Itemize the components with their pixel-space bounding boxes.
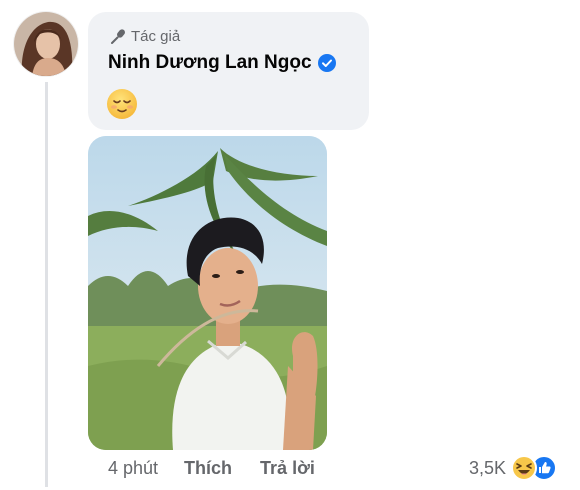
avatar[interactable] — [14, 12, 78, 76]
author-badge: Tác giả — [110, 27, 180, 45]
reactions-summary[interactable]: 3,5K — [469, 455, 559, 481]
relieved-face-emoji-icon — [106, 88, 138, 120]
comment-bubble: Tác giả Ninh Dương Lan Ngọc — [88, 12, 369, 130]
microphone-icon — [110, 28, 126, 44]
comment-actions: 4 phút Thích Trả lời — [108, 458, 315, 479]
author-name[interactable]: Ninh Dương Lan Ngọc — [108, 52, 312, 74]
like-button[interactable]: Thích — [184, 458, 232, 479]
comment-photo[interactable] — [88, 136, 327, 450]
haha-icon — [511, 455, 538, 481]
avatar-image — [14, 12, 78, 76]
comment-time[interactable]: 4 phút — [108, 458, 158, 479]
comment-thread: Tác giả Ninh Dương Lan Ngọc 4 phút Thích… — [0, 0, 580, 490]
verified-badge-icon — [317, 54, 336, 72]
reply-button[interactable]: Trả lời — [260, 458, 315, 479]
photo-image — [88, 136, 327, 450]
thread-line — [45, 82, 48, 487]
reaction-count: 3,5K — [469, 457, 507, 478]
reaction-icons — [511, 455, 559, 481]
author-tag-label: Tác giả — [131, 27, 181, 45]
